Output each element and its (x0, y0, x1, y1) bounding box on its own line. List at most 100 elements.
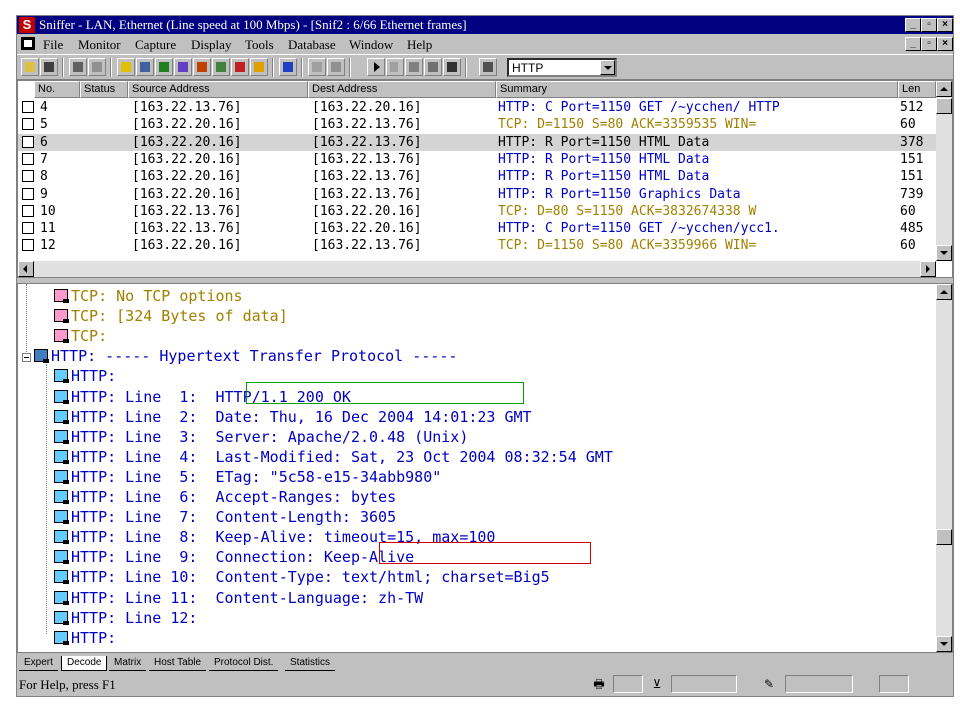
decode-line[interactable]: HTTP: ----- Hypertext Transfer Protocol … (34, 346, 457, 366)
column-header-dest-address[interactable]: Dest Address (308, 81, 496, 98)
tab-statistics[interactable]: Statistics (285, 656, 336, 671)
decode-line[interactable]: TCP: No TCP options (54, 286, 243, 306)
sniffer-app-icon[interactable]: S (19, 17, 35, 33)
stop-and-display-icon[interactable] (424, 58, 442, 76)
decode-line[interactable]: TCP: [324 Bytes of data] (54, 306, 288, 326)
address-book-icon[interactable] (279, 58, 297, 76)
display-capture-icon[interactable] (443, 58, 461, 76)
packet-list-vscrollbar[interactable] (936, 81, 952, 261)
tab-host-table[interactable]: Host Table (149, 656, 207, 671)
doc-close-button[interactable]: × (937, 37, 953, 51)
decode-line[interactable]: HTTP: Line 2: Date: Thu, 16 Dec 2004 14:… (54, 407, 532, 427)
http-detail-icon (54, 510, 69, 525)
decode-line-text: HTTP: Line 2: Date: Thu, 16 Dec 2004 14:… (71, 407, 532, 426)
define-filter-icon[interactable] (308, 58, 326, 76)
packet-row[interactable]: 7 [163.22.20.16] [163.22.13.76] HTTP: R Por… (18, 151, 936, 168)
decode-line[interactable]: HTTP: Line 6: Accept-Ranges: bytes (54, 487, 396, 507)
collapse-http-node-button[interactable] (22, 353, 31, 362)
scroll-up-button[interactable] (936, 81, 952, 97)
open-icon[interactable] (21, 58, 39, 76)
packet-row[interactable]: 4 [163.22.13.76] [163.22.20.16] HTTP: C Por… (18, 99, 936, 116)
scroll-thumb[interactable] (936, 529, 952, 545)
chevron-down-icon[interactable] (600, 60, 615, 75)
decode-line[interactable]: TCP: (54, 326, 107, 346)
maximize-button[interactable]: ▫ (921, 18, 937, 32)
decode-line[interactable]: HTTP: Line 9: Connection: Keep-Alive (54, 547, 414, 567)
print-icon[interactable] (69, 58, 87, 76)
scroll-down-button[interactable] (936, 636, 952, 652)
packet-row[interactable]: 8 [163.22.20.16] [163.22.13.76] HTTP: R Por… (18, 168, 936, 185)
packet-row[interactable]: 12 [163.22.20.16] [163.22.13.76] TCP: D=115… (18, 237, 936, 254)
decode-line[interactable]: HTTP: (54, 628, 116, 648)
decode-line[interactable]: HTTP: (54, 366, 116, 386)
scroll-up-button[interactable] (936, 284, 952, 300)
packet-row[interactable]: 6 [163.22.20.16] [163.22.13.76] HTTP: R Por… (18, 133, 936, 151)
document-icon[interactable] (21, 37, 35, 50)
history-icon[interactable] (193, 58, 211, 76)
column-header-len[interactable]: Len (898, 81, 936, 98)
menu-tools[interactable]: Tools (245, 37, 274, 53)
doc-restore-button[interactable]: ▫ (921, 37, 937, 51)
save-icon[interactable] (40, 58, 58, 76)
tab-decode[interactable]: Decode (61, 656, 108, 671)
print-setup-icon[interactable] (88, 58, 106, 76)
menu-database[interactable]: Database (288, 37, 336, 53)
decode-line[interactable]: HTTP: Line 11: Content-Language: zh-TW (54, 588, 423, 608)
menu-window[interactable]: Window (349, 37, 393, 53)
select-filter-icon[interactable] (327, 58, 345, 76)
host-table-icon[interactable] (136, 58, 154, 76)
scroll-left-button[interactable] (18, 261, 34, 277)
packet-row[interactable]: 5 [163.22.20.16] [163.22.13.76] TCP: D=1150… (18, 116, 936, 133)
doc-minimize-button[interactable]: _ (905, 37, 921, 51)
packet-row-checkbox[interactable] (22, 101, 34, 113)
menu-display[interactable]: Display (191, 37, 231, 53)
menu-file[interactable]: File (43, 37, 63, 53)
packet-row[interactable]: 11 [163.22.13.76] [163.22.20.16] HTTP: C Po… (18, 220, 936, 237)
menu-capture[interactable]: Capture (135, 37, 176, 53)
packet-row-checkbox[interactable] (22, 170, 34, 183)
decode-vscrollbar[interactable] (936, 284, 952, 652)
decode-line[interactable]: HTTP: Line 7: Content-Length: 3605 (54, 507, 396, 527)
column-header-status[interactable]: Status (80, 81, 128, 98)
packet-row-checkbox[interactable] (22, 204, 34, 217)
minimize-button[interactable]: _ (905, 18, 921, 32)
filter-profile-select[interactable]: HTTP (507, 58, 617, 77)
menu-help[interactable]: Help (407, 37, 432, 53)
close-button[interactable]: × (937, 18, 953, 32)
scroll-down-button[interactable] (936, 245, 952, 261)
alarm-log-icon[interactable] (250, 58, 268, 76)
packet-row-checkbox[interactable] (22, 118, 34, 131)
column-header-no[interactable]: No. (34, 81, 80, 98)
packet-row-checkbox[interactable] (22, 135, 34, 148)
capture-filter-icon[interactable] (479, 58, 497, 76)
packet-row-checkbox[interactable] (22, 187, 34, 200)
pause-capture-icon[interactable] (386, 58, 404, 76)
packet-list-hscrollbar[interactable] (18, 261, 936, 277)
column-header-summary[interactable]: Summary (496, 81, 898, 98)
packet-dest-address: [163.22.20.16] (312, 100, 422, 115)
packet-row-checkbox[interactable] (22, 239, 34, 252)
packet-row-checkbox[interactable] (22, 222, 34, 235)
protocol-dist-icon[interactable] (212, 58, 230, 76)
decode-line[interactable]: HTTP: Line 3: Server: Apache/2.0.48 (Uni… (54, 427, 468, 447)
packet-row[interactable]: 9 [163.22.20.16] [163.22.13.76] HTTP: R Por… (18, 186, 936, 203)
dashboard-icon[interactable] (117, 58, 135, 76)
scroll-thumb[interactable] (936, 98, 952, 114)
global-stats-icon[interactable] (231, 58, 249, 76)
decode-line[interactable]: HTTP: Line 5: ETag: "5c58-e15-34abb980" (54, 467, 441, 487)
scroll-right-button[interactable] (920, 261, 936, 277)
decode-line[interactable]: HTTP: Line 10: Content-Type: text/html; … (54, 567, 550, 587)
decode-line[interactable]: HTTP: Line 12: (54, 608, 197, 628)
menu-monitor[interactable]: Monitor (78, 37, 121, 53)
decode-line[interactable]: HTTP: Line 4: Last-Modified: Sat, 23 Oct… (54, 447, 613, 467)
column-header-source-address[interactable]: Source Address (128, 81, 308, 98)
packet-row-checkbox[interactable] (22, 152, 34, 165)
stop-capture-icon[interactable] (405, 58, 423, 76)
packet-row[interactable]: 10 [163.22.13.76] [163.22.20.16] TCP: D=80 … (18, 203, 936, 220)
tab-protocol-dist[interactable]: Protocol Dist. (209, 656, 279, 671)
tab-expert[interactable]: Expert (19, 656, 58, 671)
tab-matrix[interactable]: Matrix (109, 656, 147, 671)
matrix-icon[interactable] (155, 58, 173, 76)
application-response-icon[interactable] (174, 58, 192, 76)
start-capture-icon[interactable] (367, 58, 385, 76)
